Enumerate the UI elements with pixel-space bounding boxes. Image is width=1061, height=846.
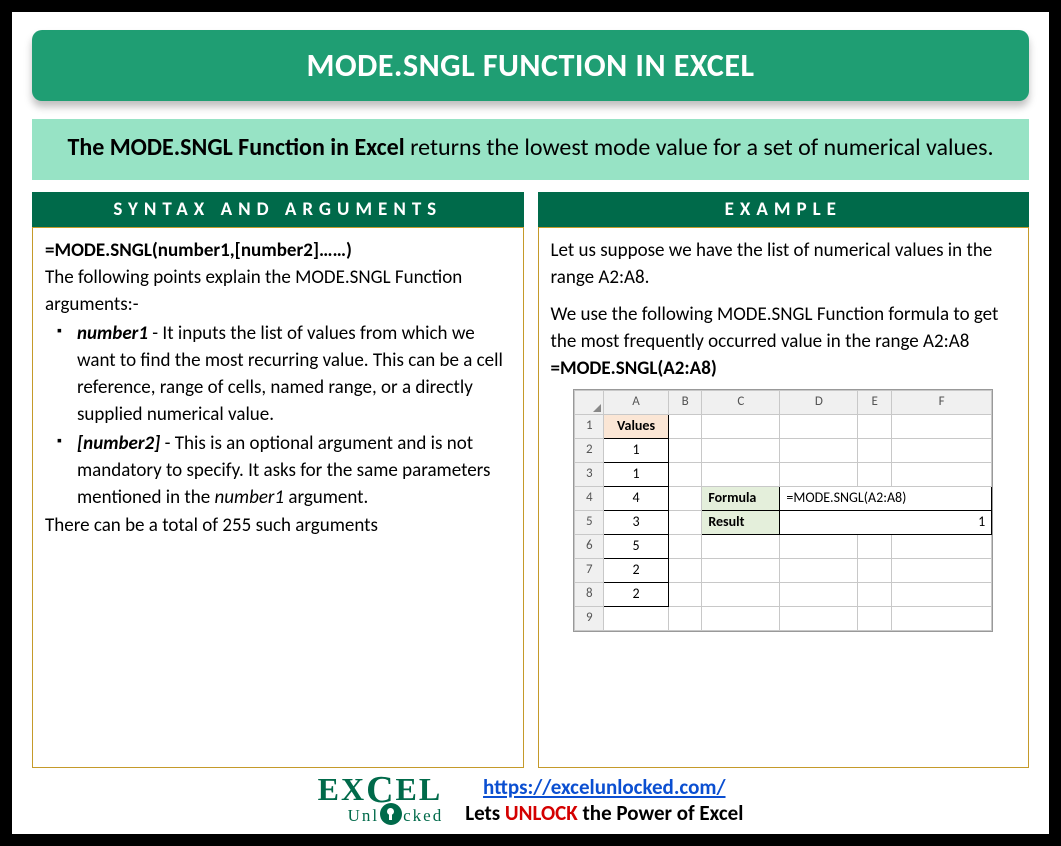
row-header: 4 (575, 486, 604, 510)
value-cell: 2 (604, 558, 669, 582)
table-row: A B C D E F (575, 390, 992, 414)
page-title: MODE.SNGL FUNCTION IN EXCEL (32, 30, 1029, 101)
excel-screenshot: A B C D E F 1 Values (573, 389, 993, 632)
site-link[interactable]: https://excelunlocked.com/ (483, 774, 725, 800)
example-header: EXAMPLE (538, 192, 1030, 227)
syntax-header: SYNTAX AND ARGUMENTS (32, 192, 524, 227)
syntax-intro: The following points explain the MODE.SN… (45, 265, 511, 319)
logo-text: EX (318, 771, 366, 807)
example-formula: =MODE.SNGL(A2:A8) (551, 356, 1017, 383)
value-cell: 1 (604, 438, 669, 462)
row-header: 8 (575, 582, 604, 606)
logo-sub-text: Unl (348, 806, 380, 825)
value-cell: 5 (604, 534, 669, 558)
col-header: D (780, 390, 858, 414)
syntax-column: SYNTAX AND ARGUMENTS =MODE.SNGL(number1,… (32, 192, 524, 768)
syntax-outro: There can be a total of 255 such argumen… (45, 513, 511, 540)
argument-list: number1 - It inputs the list of values f… (45, 321, 511, 512)
table-row: 6 5 (575, 534, 992, 558)
value-cell: 1 (604, 462, 669, 486)
col-header: F (891, 390, 991, 414)
keyhole-icon (380, 803, 402, 825)
row-header: 7 (575, 558, 604, 582)
logo-sub-text: cked (403, 806, 443, 825)
row-header: 9 (575, 606, 604, 630)
description-rest: returns the lowest mode value for a set … (405, 133, 994, 162)
syntax-formula: =MODE.SNGL(number1,[number2]……) (45, 238, 511, 265)
description-bar: The MODE.SNGL Function in Excel returns … (32, 119, 1029, 180)
argument-name: number1 (77, 322, 148, 345)
row-header: 6 (575, 534, 604, 558)
example-column: EXAMPLE Let us suppose we have the list … (538, 192, 1030, 768)
result-label-cell: Result (702, 510, 780, 534)
argument-name: [number2] (77, 432, 160, 455)
argument-ref: number1 (215, 486, 285, 509)
table-row: 5 3 Result 1 (575, 510, 992, 534)
value-cell: 2 (604, 582, 669, 606)
col-header: C (702, 390, 780, 414)
argument-item: number1 - It inputs the list of values f… (55, 321, 511, 429)
col-header: A (604, 390, 669, 414)
table-row: 4 4 Formula =MODE.SNGL(A2:A8) (575, 486, 992, 510)
table-row: 9 (575, 606, 992, 630)
value-cell: 3 (604, 510, 669, 534)
example-body: Let us suppose we have the list of numer… (538, 227, 1030, 768)
row-header: 3 (575, 462, 604, 486)
infographic-page: MODE.SNGL FUNCTION IN EXCEL The MODE.SNG… (12, 12, 1049, 834)
syntax-body: =MODE.SNGL(number1,[number2]……) The foll… (32, 227, 524, 768)
table-row: 7 2 (575, 558, 992, 582)
result-value-cell: 1 (780, 510, 992, 534)
col-header: B (668, 390, 701, 414)
row-header: 1 (575, 414, 604, 438)
example-p1: Let us suppose we have the list of numer… (551, 238, 1017, 292)
table-row: 8 2 (575, 582, 992, 606)
columns-wrap: SYNTAX AND ARGUMENTS =MODE.SNGL(number1,… (32, 192, 1029, 768)
argument-item: [number2] - This is an optional argument… (55, 431, 511, 512)
value-cell: 4 (604, 486, 669, 510)
formula-label-cell: Formula (702, 486, 780, 510)
logo-c-icon: C (366, 775, 395, 805)
formula-value-cell: =MODE.SNGL(A2:A8) (780, 486, 992, 510)
argument-text-post: argument. (284, 486, 368, 509)
description-bold: The MODE.SNGL Function in Excel (67, 133, 404, 162)
row-header: 5 (575, 510, 604, 534)
logo-text: EL (396, 771, 443, 807)
brand-logo: EXCEL Unlcked (318, 775, 444, 825)
tagline-post: the Power of Excel (578, 800, 744, 826)
footer-text: https://excelunlocked.com/ Lets UNLOCK t… (465, 774, 743, 826)
tagline-unlock: UNLOCK (505, 800, 578, 826)
select-all-corner (575, 390, 604, 414)
tagline-pre: Lets (465, 800, 505, 826)
table-row: 2 1 (575, 438, 992, 462)
row-header: 2 (575, 438, 604, 462)
values-header-cell: Values (604, 414, 669, 438)
example-p2: We use the following MODE.SNGL Function … (551, 302, 1017, 356)
col-header: E (858, 390, 891, 414)
footer: EXCEL Unl cked https://excelunlocked.com/… (32, 768, 1029, 826)
spreadsheet-grid: A B C D E F 1 Values (574, 390, 992, 631)
table-row: 3 1 (575, 462, 992, 486)
table-row: 1 Values (575, 414, 992, 438)
